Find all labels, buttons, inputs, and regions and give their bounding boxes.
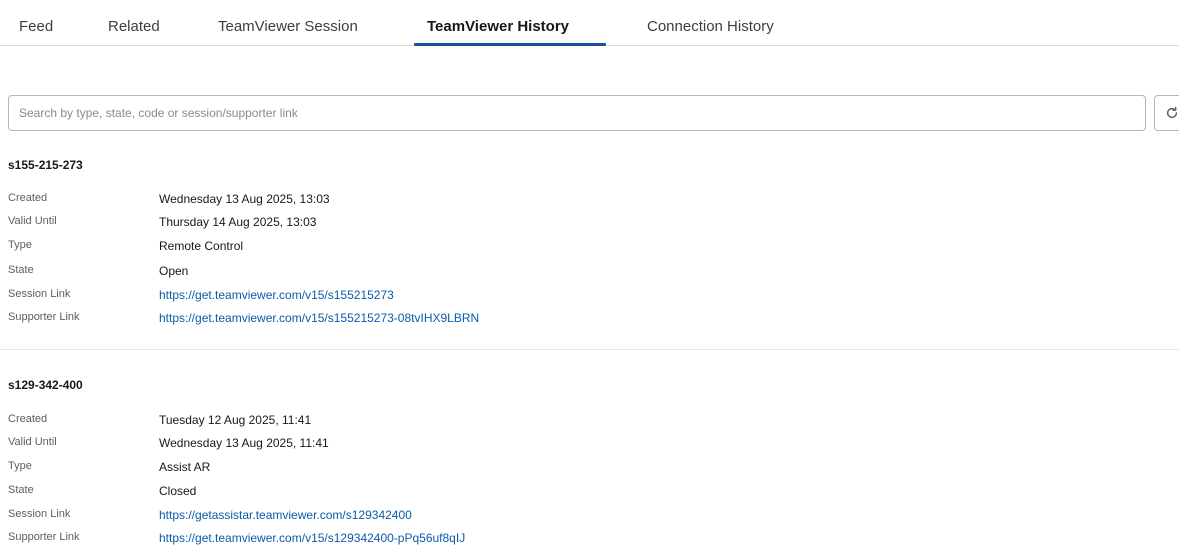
- field-row-session-link: Session Link https://getassistar.teamvie…: [8, 508, 1179, 528]
- field-label-created: Created: [8, 192, 48, 204]
- field-row-supporter-link: Supporter Link https://get.teamviewer.co…: [8, 531, 1179, 551]
- field-value-valid-until: Wednesday 13 Aug 2025, 11:41: [159, 436, 329, 450]
- field-value-state: Open: [159, 264, 189, 278]
- field-row-state: State Closed: [8, 484, 1179, 504]
- field-label-valid-until: Valid Until: [8, 436, 57, 448]
- field-value-state: Closed: [159, 484, 197, 498]
- field-row-type: Type Assist AR: [8, 460, 1179, 480]
- field-label-session-link: Session Link: [8, 288, 71, 300]
- divider: [0, 349, 1179, 350]
- field-label-supporter-link: Supporter Link: [8, 311, 80, 323]
- field-row-valid-until: Valid Until Wednesday 13 Aug 2025, 11:41: [8, 436, 1179, 456]
- field-row-session-link: Session Link https://get.teamviewer.com/…: [8, 288, 1179, 308]
- session-code: s129-342-400: [8, 378, 83, 392]
- search-input[interactable]: [8, 95, 1146, 131]
- refresh-icon: [1166, 106, 1178, 119]
- field-label-type: Type: [8, 239, 32, 251]
- field-value-valid-until: Thursday 14 Aug 2025, 13:03: [159, 215, 317, 229]
- field-label-type: Type: [8, 460, 32, 472]
- field-row-created: Created Wednesday 13 Aug 2025, 13:03: [8, 192, 1179, 212]
- supporter-link[interactable]: https://get.teamviewer.com/v15/s12934240…: [159, 531, 465, 545]
- tab-connection-history[interactable]: Connection History: [647, 18, 774, 35]
- field-value-created: Tuesday 12 Aug 2025, 11:41: [159, 413, 312, 427]
- tab-teamviewer-session[interactable]: TeamViewer Session: [218, 18, 358, 35]
- field-label-valid-until: Valid Until: [8, 215, 57, 227]
- field-row-valid-until: Valid Until Thursday 14 Aug 2025, 13:03: [8, 215, 1179, 235]
- session-link[interactable]: https://get.teamviewer.com/v15/s15521527…: [159, 288, 394, 302]
- field-label-state: State: [8, 484, 34, 496]
- field-label-created: Created: [8, 413, 48, 425]
- tab-teamviewer-history[interactable]: TeamViewer History: [427, 18, 569, 35]
- search-bar: [8, 95, 1179, 131]
- session-code: s155-215-273: [8, 158, 83, 172]
- field-value-created: Wednesday 13 Aug 2025, 13:03: [159, 192, 330, 206]
- field-value-type: Assist AR: [159, 460, 211, 474]
- field-row-created: Created Tuesday 12 Aug 2025, 11:41: [8, 413, 1179, 433]
- field-value-type: Remote Control: [159, 239, 244, 253]
- refresh-button[interactable]: [1154, 95, 1179, 131]
- active-tab-indicator: [414, 43, 606, 46]
- field-row-supporter-link: Supporter Link https://get.teamviewer.co…: [8, 311, 1179, 331]
- tab-related[interactable]: Related: [108, 18, 160, 35]
- field-label-session-link: Session Link: [8, 508, 71, 520]
- field-row-state: State Open: [8, 264, 1179, 284]
- session-link[interactable]: https://getassistar.teamviewer.com/s1293…: [159, 508, 412, 522]
- field-label-state: State: [8, 264, 34, 276]
- supporter-link[interactable]: https://get.teamviewer.com/v15/s15521527…: [159, 311, 479, 325]
- field-label-supporter-link: Supporter Link: [8, 531, 80, 543]
- tab-bar: Feed Related TeamViewer Session TeamView…: [0, 0, 1179, 46]
- tab-feed[interactable]: Feed: [19, 18, 53, 35]
- field-row-type: Type Remote Control: [8, 239, 1179, 259]
